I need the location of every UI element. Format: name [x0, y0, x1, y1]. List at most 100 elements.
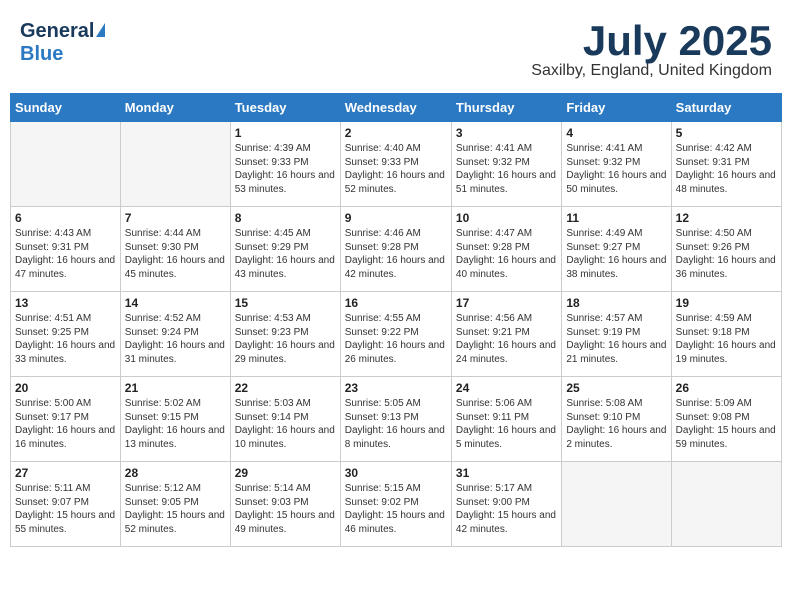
day-number: 14	[125, 296, 226, 310]
day-number: 27	[15, 466, 116, 480]
day-number: 30	[345, 466, 447, 480]
calendar-cell: 8Sunrise: 4:45 AM Sunset: 9:29 PM Daylig…	[230, 207, 340, 292]
day-number: 12	[676, 211, 777, 225]
calendar-cell: 28 Sunrise: 5:12 AM Sunset: 9:05 PM Dayli…	[120, 462, 230, 547]
day-number: 21	[125, 381, 226, 395]
cell-info: Sunrise: 4:49 AM Sunset: 9:27 PM Dayligh…	[566, 227, 666, 281]
calendar-cell: 3 Sunrise: 4:41 AM Sunset: 9:32 PM Daylig…	[451, 122, 561, 207]
day-number: 16	[345, 296, 447, 310]
calendar-cell: 17Sunrise: 4:56 AM Sunset: 9:21 PM Dayli…	[451, 292, 561, 377]
day-number: 8	[235, 211, 336, 225]
day-number: 26	[676, 381, 777, 395]
cell-info: Sunrise: 4:42 AM Sunset: 9:31 PM Dayligh…	[676, 142, 777, 196]
calendar-cell: 19Sunrise: 4:59 AM Sunset: 9:18 PM Dayli…	[671, 292, 781, 377]
cell-info: Sunrise: 5:12 AM Sunset: 9:05 PM Dayligh…	[125, 482, 226, 536]
day-number: 18	[566, 296, 666, 310]
day-number: 11	[566, 211, 666, 225]
cell-info: Sunrise: 4:41 AM Sunset: 9:32 PM Dayligh…	[566, 142, 666, 196]
day-number: 5	[676, 126, 777, 140]
cell-info: Sunrise: 5:02 AM Sunset: 9:15 PM Dayligh…	[125, 397, 226, 451]
day-number: 6	[15, 211, 116, 225]
day-number: 4	[566, 126, 666, 140]
logo: General Blue	[20, 20, 105, 66]
calendar-cell: 20 Sunrise: 5:00 AM Sunset: 9:17 PM Dayli…	[11, 377, 121, 462]
calendar-cell: 16Sunrise: 4:55 AM Sunset: 9:22 PM Dayli…	[340, 292, 451, 377]
calendar-cell: 27 Sunrise: 5:11 AM Sunset: 9:07 PM Dayli…	[11, 462, 121, 547]
calendar-cell: 30 Sunrise: 5:15 AM Sunset: 9:02 PM Dayli…	[340, 462, 451, 547]
cell-info: Sunrise: 4:41 AM Sunset: 9:32 PM Dayligh…	[456, 142, 557, 196]
day-of-week-header: Wednesday	[340, 94, 451, 122]
cell-info: Sunrise: 4:44 AM Sunset: 9:30 PM Dayligh…	[125, 227, 226, 281]
calendar-cell: 23Sunrise: 5:05 AM Sunset: 9:13 PM Dayli…	[340, 377, 451, 462]
day-number: 20	[15, 381, 116, 395]
calendar-cell	[671, 462, 781, 547]
calendar-cell: 15 Sunrise: 4:53 AM Sunset: 9:23 PM Dayli…	[230, 292, 340, 377]
calendar-cell: 2 Sunrise: 4:40 AM Sunset: 9:33 PM Daylig…	[340, 122, 451, 207]
calendar-week-row: 1 Sunrise: 4:39 AM Sunset: 9:33 PM Daylig…	[11, 122, 782, 207]
day-of-week-header: Thursday	[451, 94, 561, 122]
calendar-cell: 13 Sunrise: 4:51 AM Sunset: 9:25 PM Dayli…	[11, 292, 121, 377]
calendar-cell: 21 Sunrise: 5:02 AM Sunset: 9:15 PM Dayli…	[120, 377, 230, 462]
logo-general-text: General	[20, 20, 94, 43]
cell-info: Sunrise: 4:40 AM Sunset: 9:33 PM Dayligh…	[345, 142, 447, 196]
title-block: July 2025 Saxilby, England, United Kingd…	[531, 20, 772, 80]
calendar-cell: 18 Sunrise: 4:57 AM Sunset: 9:19 PM Dayli…	[562, 292, 671, 377]
cell-info: Sunrise: 5:15 AM Sunset: 9:02 PM Dayligh…	[345, 482, 447, 536]
calendar-week-row: 27 Sunrise: 5:11 AM Sunset: 9:07 PM Dayli…	[11, 462, 782, 547]
calendar-cell: 5 Sunrise: 4:42 AM Sunset: 9:31 PM Daylig…	[671, 122, 781, 207]
cell-info: Sunrise: 4:56 AM Sunset: 9:21 PM Dayligh…	[456, 312, 557, 366]
logo-blue-text: Blue	[20, 43, 63, 66]
cell-info: Sunrise: 5:17 AM Sunset: 9:00 PM Dayligh…	[456, 482, 557, 536]
calendar-week-row: 6Sunrise: 4:43 AM Sunset: 9:31 PM Daylig…	[11, 207, 782, 292]
calendar-cell	[11, 122, 121, 207]
cell-info: Sunrise: 4:47 AM Sunset: 9:28 PM Dayligh…	[456, 227, 557, 281]
day-number: 2	[345, 126, 447, 140]
day-of-week-header: Sunday	[11, 94, 121, 122]
cell-info: Sunrise: 4:46 AM Sunset: 9:28 PM Dayligh…	[345, 227, 447, 281]
calendar-cell: 9 Sunrise: 4:46 AM Sunset: 9:28 PM Daylig…	[340, 207, 451, 292]
calendar-week-row: 20 Sunrise: 5:00 AM Sunset: 9:17 PM Dayli…	[11, 377, 782, 462]
cell-info: Sunrise: 5:03 AM Sunset: 9:14 PM Dayligh…	[235, 397, 336, 451]
cell-info: Sunrise: 4:57 AM Sunset: 9:19 PM Dayligh…	[566, 312, 666, 366]
cell-info: Sunrise: 5:11 AM Sunset: 9:07 PM Dayligh…	[15, 482, 116, 536]
day-number: 19	[676, 296, 777, 310]
page-header: General Blue July 2025 Saxilby, England,…	[10, 10, 782, 85]
calendar-cell	[120, 122, 230, 207]
calendar-cell: 24 Sunrise: 5:06 AM Sunset: 9:11 PM Dayli…	[451, 377, 561, 462]
day-of-week-header: Saturday	[671, 94, 781, 122]
day-number: 9	[345, 211, 447, 225]
day-number: 24	[456, 381, 557, 395]
day-number: 23	[345, 381, 447, 395]
day-number: 3	[456, 126, 557, 140]
logo-triangle-icon	[96, 23, 105, 37]
cell-info: Sunrise: 4:51 AM Sunset: 9:25 PM Dayligh…	[15, 312, 116, 366]
cell-info: Sunrise: 5:00 AM Sunset: 9:17 PM Dayligh…	[15, 397, 116, 451]
calendar-cell: 22 Sunrise: 5:03 AM Sunset: 9:14 PM Dayli…	[230, 377, 340, 462]
cell-info: Sunrise: 5:06 AM Sunset: 9:11 PM Dayligh…	[456, 397, 557, 451]
day-number: 13	[15, 296, 116, 310]
calendar-cell: 25 Sunrise: 5:08 AM Sunset: 9:10 PM Dayli…	[562, 377, 671, 462]
day-number: 15	[235, 296, 336, 310]
calendar-cell: 12 Sunrise: 4:50 AM Sunset: 9:26 PM Dayli…	[671, 207, 781, 292]
day-number: 1	[235, 126, 336, 140]
day-number: 31	[456, 466, 557, 480]
cell-info: Sunrise: 4:39 AM Sunset: 9:33 PM Dayligh…	[235, 142, 336, 196]
day-number: 10	[456, 211, 557, 225]
day-number: 25	[566, 381, 666, 395]
cell-info: Sunrise: 4:52 AM Sunset: 9:24 PM Dayligh…	[125, 312, 226, 366]
calendar-cell: 4 Sunrise: 4:41 AM Sunset: 9:32 PM Daylig…	[562, 122, 671, 207]
calendar-cell: 11 Sunrise: 4:49 AM Sunset: 9:27 PM Dayli…	[562, 207, 671, 292]
day-number: 28	[125, 466, 226, 480]
location-title: Saxilby, England, United Kingdom	[531, 62, 772, 80]
day-number: 7	[125, 211, 226, 225]
calendar-cell: 1 Sunrise: 4:39 AM Sunset: 9:33 PM Daylig…	[230, 122, 340, 207]
calendar-table: SundayMondayTuesdayWednesdayThursdayFrid…	[10, 93, 782, 547]
calendar-cell: 31 Sunrise: 5:17 AM Sunset: 9:00 PM Dayli…	[451, 462, 561, 547]
calendar-cell	[562, 462, 671, 547]
calendar-cell: 7 Sunrise: 4:44 AM Sunset: 9:30 PM Daylig…	[120, 207, 230, 292]
day-number: 22	[235, 381, 336, 395]
cell-info: Sunrise: 5:08 AM Sunset: 9:10 PM Dayligh…	[566, 397, 666, 451]
cell-info: Sunrise: 4:50 AM Sunset: 9:26 PM Dayligh…	[676, 227, 777, 281]
calendar-cell: 29Sunrise: 5:14 AM Sunset: 9:03 PM Dayli…	[230, 462, 340, 547]
cell-info: Sunrise: 4:53 AM Sunset: 9:23 PM Dayligh…	[235, 312, 336, 366]
